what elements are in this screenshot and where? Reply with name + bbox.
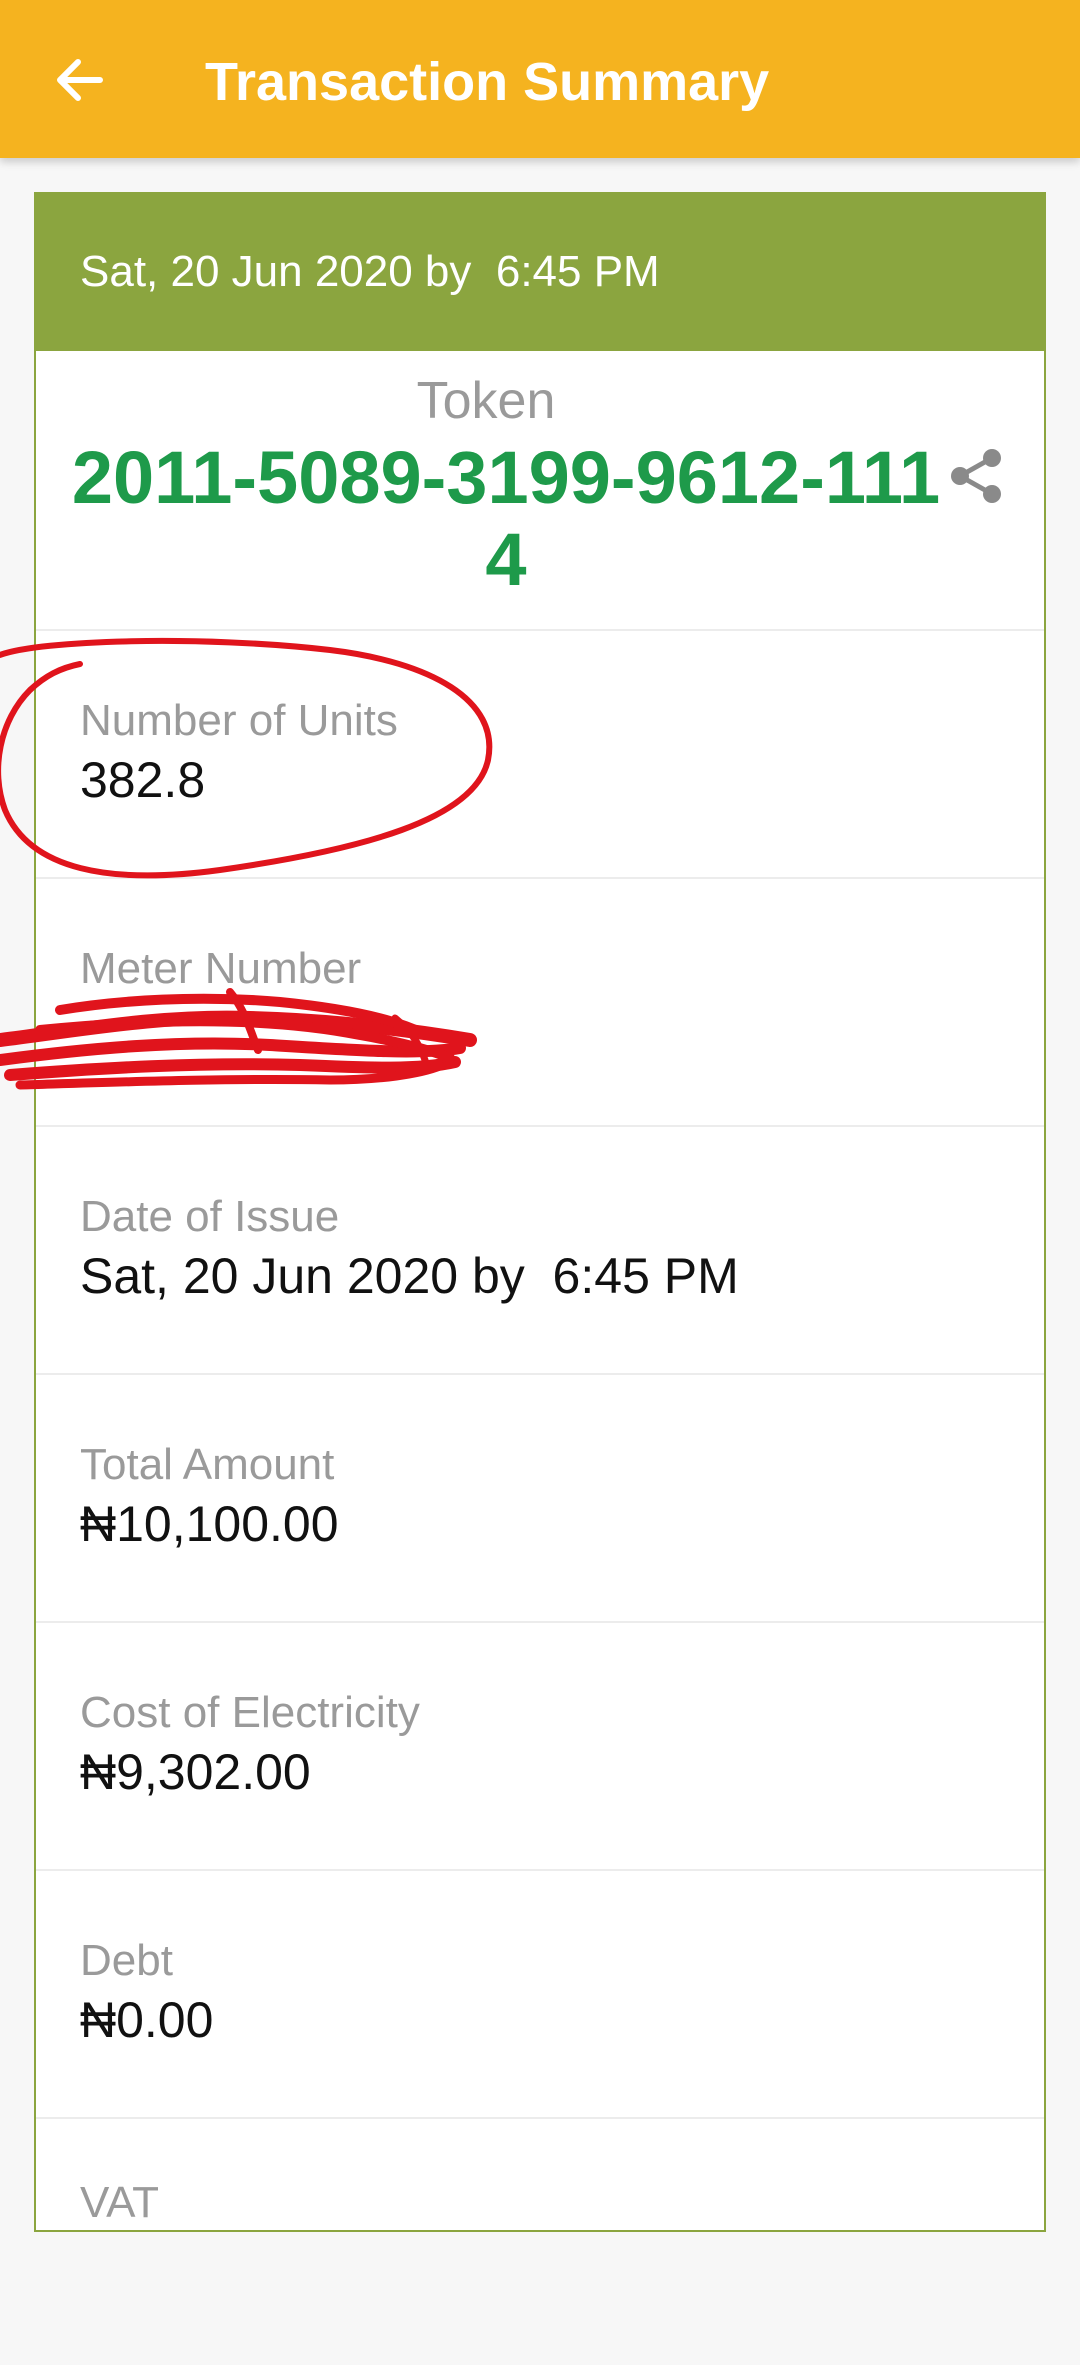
app-bar: Transaction Summary bbox=[0, 0, 1080, 158]
share-icon bbox=[951, 449, 1001, 503]
debt-label: Debt bbox=[80, 1936, 173, 1985]
card-header: Sat, 20 Jun 2020 by 6:45 PM bbox=[36, 194, 1044, 351]
cost-of-electricity-label: Cost of Electricity bbox=[80, 1688, 420, 1737]
cost-of-electricity-row: Cost of Electricity ₦9,302.00 bbox=[36, 1623, 1044, 1871]
units-label: Number of Units bbox=[80, 696, 398, 745]
debt-row: Debt ₦0.00 bbox=[36, 1871, 1044, 2119]
page-title: Transaction Summary bbox=[205, 52, 770, 112]
total-amount-value: ₦10,100.00 bbox=[80, 1496, 339, 1552]
share-button[interactable] bbox=[936, 436, 1016, 516]
debt-value: ₦0.00 bbox=[80, 1992, 214, 2048]
token-value: 2011-5089-3199-9612-1114 bbox=[71, 436, 941, 601]
date-of-issue-row: Date of Issue Sat, 20 Jun 2020 by 6:45 P… bbox=[36, 1127, 1044, 1375]
units-row: Number of Units 382.8 bbox=[36, 631, 1044, 879]
date-of-issue-label: Date of Issue bbox=[80, 1192, 340, 1241]
vat-label: VAT bbox=[80, 2178, 160, 2227]
units-value: 382.8 bbox=[80, 752, 206, 808]
token-section: Token 2011-5089-3199-9612-1114 bbox=[36, 351, 1044, 631]
total-amount-label: Total Amount bbox=[80, 1440, 335, 1489]
transaction-datetime: Sat, 20 Jun 2020 by 6:45 PM bbox=[80, 247, 660, 296]
back-button[interactable] bbox=[40, 40, 120, 120]
total-amount-row: Total Amount ₦10,100.00 bbox=[36, 1375, 1044, 1623]
transaction-card: Sat, 20 Jun 2020 by 6:45 PM Token 2011-5… bbox=[34, 192, 1046, 2232]
date-of-issue-value: Sat, 20 Jun 2020 by 6:45 PM bbox=[80, 1248, 739, 1304]
token-label: Token bbox=[416, 372, 556, 430]
arrow-left-icon bbox=[57, 59, 103, 101]
meter-number-row: Meter Number bbox=[36, 879, 1044, 1127]
cost-of-electricity-value: ₦9,302.00 bbox=[80, 1744, 311, 1800]
vat-row: VAT bbox=[36, 2119, 1044, 2365]
meter-number-label: Meter Number bbox=[80, 944, 362, 993]
